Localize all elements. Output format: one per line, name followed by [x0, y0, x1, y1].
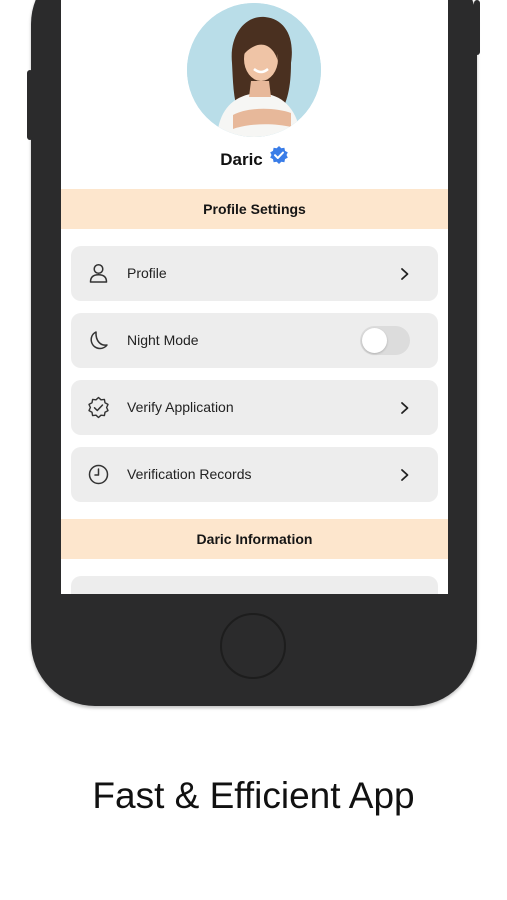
- verified-badge-outline-icon: [87, 396, 110, 419]
- menu-item-label: Verification Records: [127, 466, 252, 482]
- promo-caption: Fast & Efficient App: [92, 775, 415, 816]
- menu-item-night-mode[interactable]: Night Mode: [71, 313, 438, 368]
- menu-item-label: Verify Application: [127, 399, 234, 415]
- chevron-right-icon: [399, 468, 411, 482]
- phone-side-button-left: [27, 70, 33, 140]
- menu-item-partial[interactable]: [71, 576, 438, 594]
- section-header-profile-settings: Profile Settings: [61, 189, 448, 229]
- phone-screen: Daric Profile Settings Profile Night Mod…: [61, 0, 448, 594]
- avatar: [187, 3, 321, 137]
- menu-item-verification-records[interactable]: Verification Records: [71, 447, 438, 502]
- profile-name-row: Daric: [61, 145, 448, 173]
- clock-icon: [87, 463, 110, 486]
- menu-item-label: Night Mode: [127, 332, 199, 348]
- chevron-right-icon: [399, 401, 411, 415]
- section-header-daric-information: Daric Information: [61, 519, 448, 559]
- home-button[interactable]: [220, 613, 286, 679]
- verified-badge-icon: [269, 145, 289, 173]
- user-icon: [87, 262, 110, 285]
- menu-item-verify-application[interactable]: Verify Application: [71, 380, 438, 435]
- toggle-knob: [362, 328, 387, 353]
- phone-side-button-right: [474, 0, 480, 55]
- moon-icon: [87, 329, 110, 352]
- profile-name: Daric: [220, 150, 263, 169]
- menu-item-label: Profile: [127, 265, 167, 281]
- menu-item-profile[interactable]: Profile: [71, 246, 438, 301]
- chevron-right-icon: [399, 267, 411, 281]
- night-mode-toggle[interactable]: [360, 326, 410, 355]
